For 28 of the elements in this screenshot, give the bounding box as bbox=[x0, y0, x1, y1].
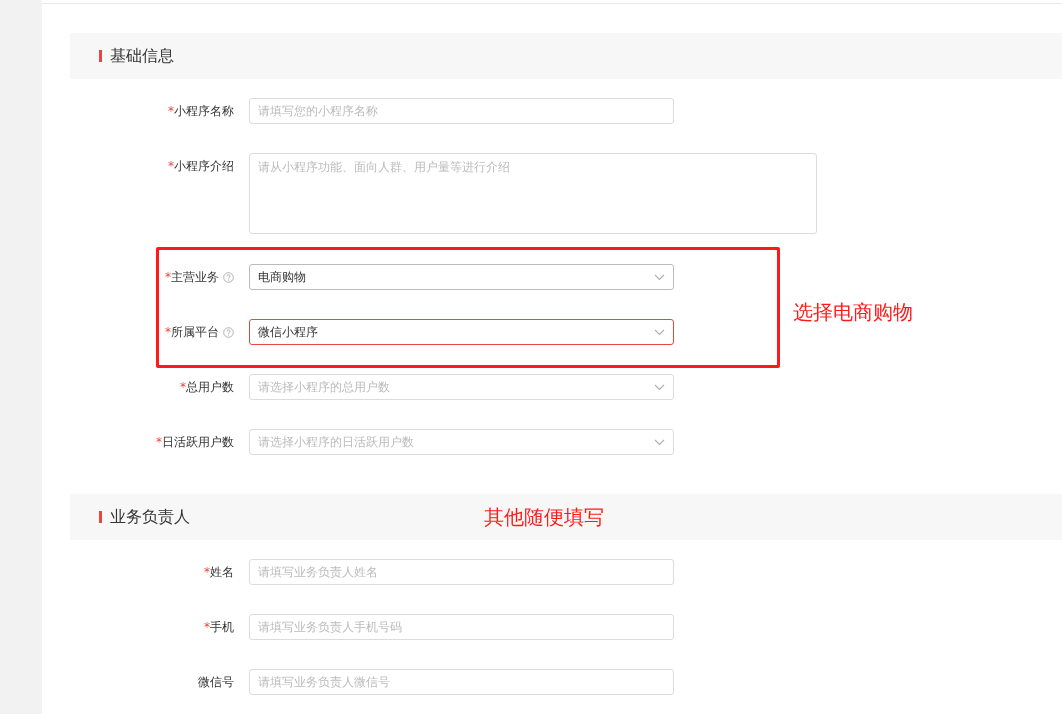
field-label: *小程序介绍 bbox=[168, 158, 234, 175]
chevron-down-icon bbox=[654, 274, 665, 281]
annotation-note: 其他随便填写 bbox=[484, 504, 604, 531]
accent-bar bbox=[99, 50, 102, 62]
accent-bar bbox=[99, 511, 102, 523]
field-label: *所属平台 bbox=[165, 324, 219, 341]
annotation-note: 选择电商购物 bbox=[793, 299, 913, 326]
input-field[interactable]: 请填写业务负责人手机号码 bbox=[249, 614, 674, 640]
input-field[interactable]: 请填写业务负责人姓名 bbox=[249, 559, 674, 585]
chevron-down-icon bbox=[654, 384, 665, 391]
section-title: 基础信息 bbox=[110, 45, 174, 67]
field-label: *总用户数 bbox=[180, 379, 234, 396]
select-field[interactable]: 微信小程序 bbox=[249, 319, 674, 345]
help-icon[interactable] bbox=[223, 271, 234, 283]
help-icon[interactable] bbox=[223, 326, 234, 338]
field-label: *主营业务 bbox=[165, 269, 219, 286]
input-field[interactable]: 请填写业务负责人微信号 bbox=[249, 669, 674, 695]
field-label: *姓名 bbox=[204, 564, 234, 581]
input-field[interactable]: 请填写您的小程序名称 bbox=[249, 98, 674, 124]
field-label: *手机 bbox=[204, 619, 234, 636]
section-title: 业务负责人 bbox=[110, 506, 190, 528]
chevron-down-icon bbox=[654, 439, 665, 446]
field-label: *小程序名称 bbox=[168, 103, 234, 120]
chevron-down-icon bbox=[654, 329, 665, 336]
input-field[interactable]: 请从小程序功能、面向人群、用户量等进行介绍 bbox=[249, 153, 817, 234]
field-label: 微信号 bbox=[198, 674, 234, 691]
select-field[interactable]: 电商购物 bbox=[249, 264, 674, 290]
field-label: *日活跃用户数 bbox=[156, 434, 234, 451]
